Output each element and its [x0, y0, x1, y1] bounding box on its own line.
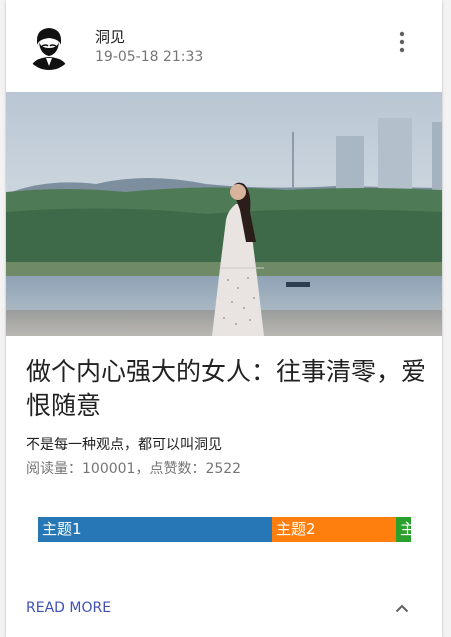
tag-label: 主题1	[42, 520, 82, 538]
post-cover-image[interactable]	[6, 92, 442, 336]
chevron-up-icon[interactable]	[390, 597, 414, 619]
card-header: 洞见 19-05-18 21:33	[6, 0, 442, 92]
tag-label: 主	[400, 520, 411, 538]
tag-label: 主题2	[276, 520, 316, 538]
post-title: 做个内心强大的女人：往事清零，爱恨随意	[26, 357, 427, 420]
avatar-image	[24, 20, 74, 70]
tag-bar: 主题1 主题2 主	[38, 517, 411, 542]
read-more-button[interactable]: READ MORE	[26, 600, 111, 616]
more-vert-icon[interactable]	[390, 28, 414, 56]
post-stats: 阅读量：100001，点赞数：2522	[26, 461, 242, 477]
tag-chip[interactable]: 主题2	[272, 517, 396, 542]
author-avatar[interactable]	[24, 20, 74, 70]
post-subtitle: 不是每一种观点，都可以叫洞见	[26, 437, 222, 453]
tag-chip[interactable]: 主	[396, 517, 411, 542]
post-card: 洞见 19-05-18 21:33 做个内心强大的女人：往事清零，爱恨随意 不是…	[6, 0, 442, 637]
tag-chip[interactable]: 主题1	[38, 517, 272, 542]
post-date: 19-05-18 21:33	[95, 49, 204, 65]
author-name: 洞见	[95, 28, 126, 46]
